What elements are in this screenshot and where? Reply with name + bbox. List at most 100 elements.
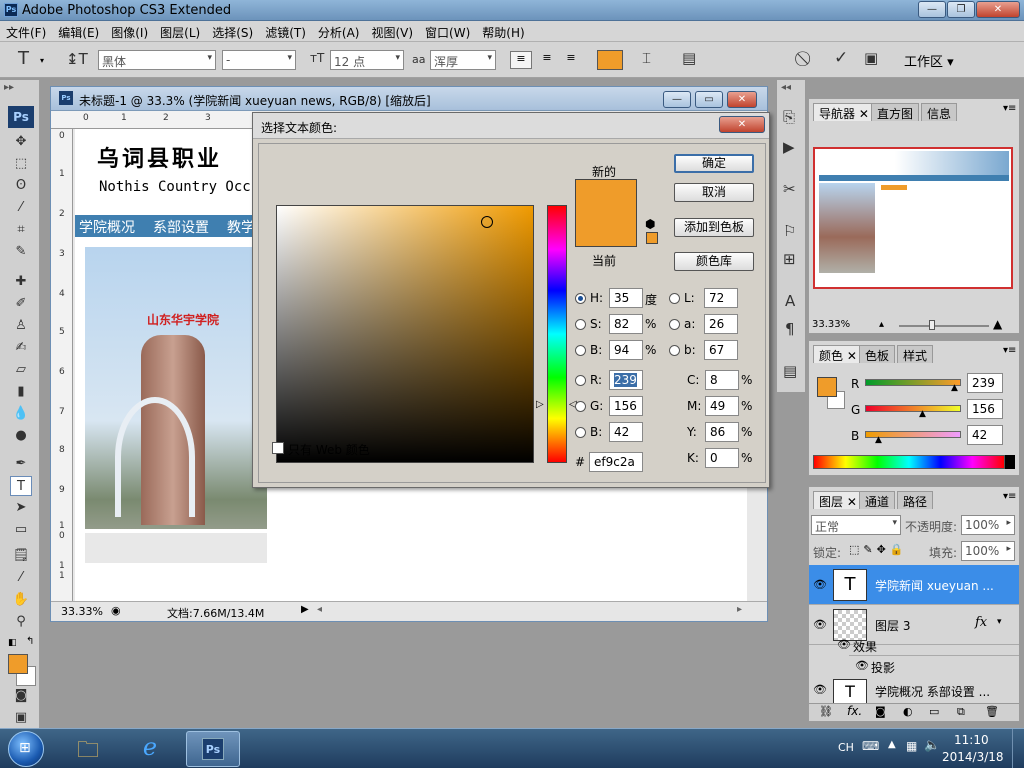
collapse-arrows-icon[interactable]: ▸▸ <box>4 82 14 93</box>
menu-view[interactable]: 视图(V) <box>365 21 419 41</box>
marquee-tool-icon[interactable]: ⬚ <box>10 154 32 174</box>
add-mask-icon[interactable]: ◙ <box>875 705 886 718</box>
minimize-button[interactable]: — <box>918 1 946 18</box>
layer-row-nav[interactable]: 👁 T 学院概况 系部设置 ... <box>809 675 1019 705</box>
eyedropper-tool-icon[interactable]: ⁄ <box>10 568 32 588</box>
dodge-tool-icon[interactable]: ● <box>10 426 32 446</box>
visibility-eye-icon[interactable]: 👁 <box>813 683 827 696</box>
menu-window[interactable]: 窗口(W) <box>419 21 476 41</box>
drop-shadow-row[interactable]: 👁 投影 <box>849 655 1019 675</box>
visibility-eye-icon[interactable]: 👁 <box>837 638 851 651</box>
default-colors-icon[interactable]: ◧ <box>8 638 17 648</box>
magic-wand-tool-icon[interactable]: ⁄ <box>10 198 32 218</box>
blue-radio[interactable] <box>575 427 586 438</box>
layer-comps-panel-icon[interactable]: ▤ <box>783 362 797 380</box>
tab-channels[interactable]: 通道 <box>859 491 896 509</box>
adjustment-layer-icon[interactable]: ◐ <box>903 705 913 718</box>
r-slider-handle-icon[interactable]: ▲ <box>951 383 958 393</box>
character-panel-icon[interactable]: ▤ <box>682 49 696 67</box>
color-panel-fg-swatch[interactable] <box>817 377 837 397</box>
cyan-input[interactable]: 8 <box>705 370 739 390</box>
b-radio[interactable] <box>669 345 680 356</box>
b-channel-input[interactable]: 42 <box>967 425 1003 445</box>
menu-file[interactable]: 文件(F) <box>0 21 52 41</box>
l-radio[interactable] <box>669 293 680 304</box>
red-input[interactable]: 239 <box>609 370 643 390</box>
visibility-eye-icon[interactable]: 👁 <box>855 659 869 672</box>
scroll-right-icon[interactable]: ▸ <box>737 604 742 615</box>
layer-name[interactable]: 图层 3 <box>875 617 910 634</box>
gradient-tool-icon[interactable]: ▮ <box>10 382 32 402</box>
tool-presets-panel-icon[interactable]: ✂ <box>783 180 796 198</box>
clock-time[interactable]: 11:10 <box>954 733 989 747</box>
doc-minimize-button[interactable]: — <box>663 91 691 108</box>
magenta-input[interactable]: 49 <box>705 396 739 416</box>
pen-tool-icon[interactable]: ✒ <box>10 454 32 474</box>
menu-analysis[interactable]: 分析(A) <box>312 21 366 41</box>
navigator-zoom[interactable]: 33.33% <box>812 319 850 330</box>
lock-options-icons[interactable]: ⬚✎✥🔒 <box>849 543 908 556</box>
scroll-left-icon[interactable]: ◂ <box>317 604 322 615</box>
show-hidden-icons-icon[interactable]: ▲ <box>888 739 896 750</box>
slice-tool-icon[interactable]: ✎ <box>10 242 32 262</box>
volume-icon[interactable]: 🔈 <box>924 738 940 753</box>
tab-paths[interactable]: 路径 <box>897 491 934 509</box>
dialog-close-button[interactable]: ✕ <box>719 116 765 133</box>
opacity-input[interactable]: 100% ▸ <box>961 515 1015 535</box>
hue-slider[interactable] <box>547 205 567 463</box>
visibility-eye-icon[interactable]: 👁 <box>813 578 827 591</box>
type-tool-icon[interactable]: T <box>10 476 32 496</box>
panel-menu-icon[interactable]: ▾≡ <box>1003 103 1016 114</box>
g-slider-handle-icon[interactable]: ▲ <box>919 409 926 419</box>
zoom-tool-icon[interactable]: ⚲ <box>10 612 32 632</box>
status-arrow-icon[interactable]: ▶ <box>301 604 309 615</box>
web-colors-only-checkbox[interactable] <box>272 442 284 454</box>
photoshop-taskbar-button[interactable]: Ps <box>186 731 240 767</box>
green-radio[interactable] <box>575 401 586 412</box>
internet-explorer-icon[interactable]: e <box>132 733 168 765</box>
doc-maximize-button[interactable]: ▭ <box>695 91 723 108</box>
tab-layers[interactable]: 图层 ✕ <box>813 491 863 509</box>
text-tool-preset-icon[interactable]: T <box>18 48 29 69</box>
warp-text-icon[interactable]: ⌶ <box>642 49 651 67</box>
close-button[interactable]: ✕ <box>976 1 1020 18</box>
network-icon[interactable]: ▦ <box>906 739 917 753</box>
hex-input[interactable]: ef9c2a <box>589 452 643 472</box>
red-radio[interactable] <box>575 375 586 386</box>
tab-navigator[interactable]: 导航器 ✕ <box>813 103 875 121</box>
b-lab-input[interactable]: 67 <box>704 340 738 360</box>
text-color-swatch[interactable] <box>597 50 623 70</box>
new-layer-icon[interactable]: ⧉ <box>957 705 965 719</box>
layer-fx-icon[interactable]: fx <box>975 615 987 630</box>
g-channel-input[interactable]: 156 <box>967 399 1003 419</box>
ok-button[interactable]: 确定 <box>674 154 754 173</box>
actions-panel-icon[interactable]: ▶ <box>783 138 795 156</box>
quick-mask-icon[interactable]: ◙ <box>10 686 32 706</box>
hue-slider-handle-left-icon[interactable]: ▷ <box>536 399 544 410</box>
align-center-icon[interactable]: ≡ <box>536 51 558 69</box>
font-style-select[interactable]: - ▾ <box>222 50 296 70</box>
brush-tool-icon[interactable]: ✐ <box>10 294 32 314</box>
menu-help[interactable]: 帮助(H) <box>476 21 530 41</box>
a-radio[interactable] <box>669 319 680 330</box>
r-channel-slider[interactable] <box>865 379 961 386</box>
tab-histogram[interactable]: 直方图 <box>871 103 920 121</box>
fill-input[interactable]: 100% ▸ <box>961 541 1015 561</box>
file-explorer-icon[interactable]: 🗀 <box>70 733 106 765</box>
hand-tool-icon[interactable]: ✋ <box>10 590 32 610</box>
layer-name[interactable]: 学院新闻 xueyuan ... <box>875 577 994 594</box>
color-cursor[interactable] <box>481 216 493 228</box>
menu-layer[interactable]: 图层(L) <box>154 21 206 41</box>
visibility-eye-icon[interactable]: 👁 <box>813 618 827 631</box>
brightness-input[interactable]: 94 <box>609 340 643 360</box>
zoom-out-icon[interactable]: ▴ <box>879 319 884 330</box>
dock-collapse-arrows-icon[interactable]: ◂◂ <box>781 82 791 93</box>
align-left-icon[interactable]: ≡ <box>510 51 532 69</box>
vertical-ruler[interactable]: 0 1 2 3 4 5 6 7 8 9 1 0 1 1 <box>51 129 73 601</box>
status-menu-icon[interactable]: ◉ <box>111 604 121 617</box>
cube-icon[interactable]: ⬢ <box>645 217 655 231</box>
add-style-icon[interactable]: fx. <box>847 704 862 718</box>
spectrum-black-swatch[interactable] <box>1005 455 1015 469</box>
font-size-select[interactable]: 12 点 ▾ <box>330 50 404 70</box>
tab-styles[interactable]: 样式 <box>897 345 934 363</box>
